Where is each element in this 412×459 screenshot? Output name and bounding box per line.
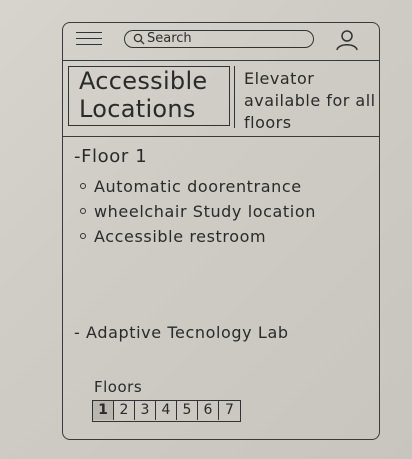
- profile-icon[interactable]: [334, 28, 360, 52]
- floors-pager: 1 2 3 4 5 6 7: [92, 400, 241, 422]
- accessible-locations-list: Automatic doorentrance wheelchair Study …: [80, 176, 370, 251]
- floor-page-button-6[interactable]: 6: [198, 401, 219, 420]
- list-item[interactable]: Accessible restroom: [80, 226, 370, 247]
- floor-page-button-5[interactable]: 5: [177, 401, 198, 420]
- elevator-note: Elevator available for all floors: [244, 69, 376, 132]
- list-item-label: Automatic doorentrance: [94, 177, 302, 196]
- list-item[interactable]: Automatic doorentrance: [80, 176, 370, 197]
- list-item[interactable]: wheelchair Study location: [80, 201, 370, 222]
- floor-page-button-1[interactable]: 1: [93, 401, 114, 420]
- bullet-icon: [80, 183, 86, 189]
- hamburger-menu-icon[interactable]: [76, 32, 102, 46]
- section-divider: [62, 136, 380, 137]
- page-title-box: Accessible Locations: [68, 66, 230, 126]
- bullet-icon: [80, 208, 86, 214]
- floor-page-button-2[interactable]: 2: [114, 401, 135, 420]
- floor-page-button-3[interactable]: 3: [135, 401, 156, 420]
- menu-bar-top: [76, 32, 102, 33]
- header-divider: [62, 60, 380, 61]
- search-icon: [133, 33, 145, 45]
- search-placeholder: Search: [147, 31, 192, 46]
- search-input[interactable]: Search: [124, 30, 314, 48]
- list-item-label: Accessible restroom: [94, 227, 267, 246]
- adaptive-technology-lab-item[interactable]: - Adaptive Tecnology Lab: [74, 322, 364, 344]
- floor-page-button-7[interactable]: 7: [219, 401, 240, 420]
- floor-page-button-4[interactable]: 4: [156, 401, 177, 420]
- menu-bar-middle: [76, 38, 102, 39]
- floor-heading: -Floor 1: [74, 146, 148, 167]
- title-divider: [234, 66, 235, 128]
- floors-label: Floors: [94, 378, 143, 396]
- bullet-icon: [80, 233, 86, 239]
- list-item-label: wheelchair Study location: [94, 202, 316, 221]
- menu-bar-bottom: [76, 44, 102, 45]
- page-title: Accessible Locations: [79, 67, 208, 123]
